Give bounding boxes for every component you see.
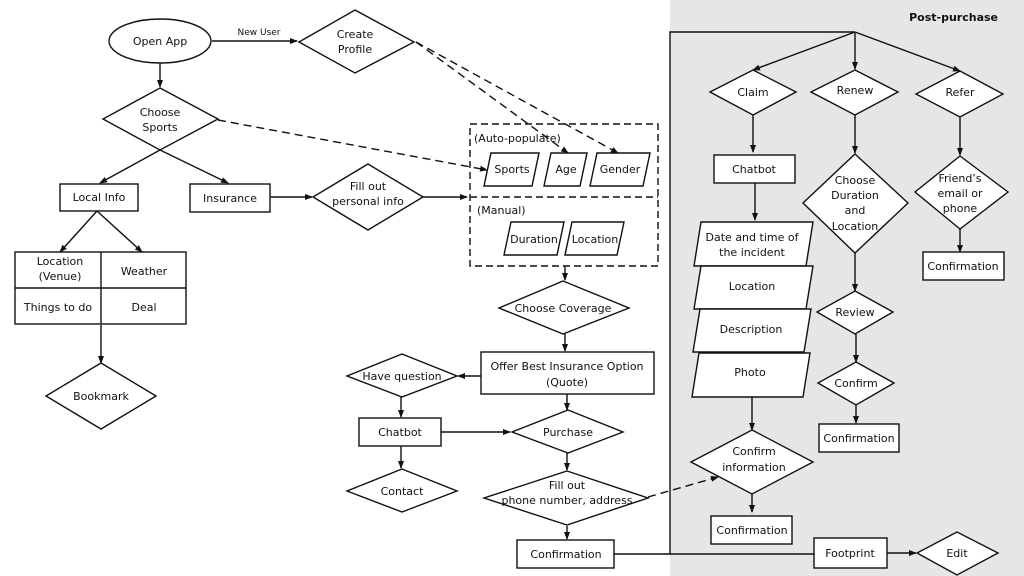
- node-create-profile[interactable]: [297, 9, 416, 74]
- dashed-sports-link: [217, 119, 488, 172]
- label-offer-1: Offer Best Insurance Option: [490, 360, 643, 373]
- label-refer-confirmation: Confirmation: [927, 260, 998, 273]
- label-auto-populate: (Auto-populate): [474, 132, 561, 145]
- label-choose-dl-3: and: [845, 204, 866, 217]
- node-choose-sports[interactable]: [101, 87, 220, 151]
- input-date-time[interactable]: [693, 221, 814, 267]
- label-fill-personal-2: personal info: [332, 195, 404, 208]
- label-confirm: Confirm: [834, 377, 877, 390]
- label-choose-dl-2: Duration: [831, 189, 879, 202]
- label-friend-1: Friend’s: [938, 172, 981, 185]
- edge-sports-to-insurance: [159, 149, 229, 184]
- label-bookmark: Bookmark: [73, 390, 129, 403]
- label-photo: Photo: [734, 366, 766, 379]
- label-contact: Contact: [381, 485, 424, 498]
- label-fill-phone-1: Fill out: [549, 479, 586, 492]
- label-confirmation: Confirmation: [530, 548, 601, 561]
- label-confirm-info-2: information: [722, 461, 786, 474]
- label-footprint: Footprint: [825, 547, 875, 560]
- label-manual: (Manual): [477, 204, 526, 217]
- label-offer-2: (Quote): [546, 376, 588, 389]
- label-purchase: Purchase: [543, 426, 593, 439]
- label-claim-confirmation: Confirmation: [716, 524, 787, 537]
- label-date-time-2: the incident: [719, 246, 785, 259]
- cell-deal: Deal: [131, 301, 156, 314]
- label-fill-personal-1: Fill out: [350, 180, 387, 193]
- form-group-box: [469, 123, 659, 267]
- flowchart: Post-purchase New User Open App Create P…: [14, 0, 1024, 576]
- label-chatbot: Chatbot: [378, 426, 422, 439]
- cell-things-to-do: Things to do: [23, 301, 92, 314]
- edge-local-to-location: [59, 210, 98, 253]
- label-create-profile-2: Profile: [338, 43, 372, 56]
- label-field-location: Location: [572, 233, 619, 246]
- label-choose-sports-2: Sports: [142, 121, 178, 134]
- edge-label-new-user: New User: [237, 28, 280, 38]
- label-field-duration: Duration: [510, 233, 558, 246]
- label-create-profile-1: Create: [337, 28, 374, 41]
- cell-weather: Weather: [121, 265, 168, 278]
- label-edit: Edit: [946, 547, 968, 560]
- label-claim-location: Location: [729, 280, 776, 293]
- edge-local-to-weather: [96, 210, 143, 253]
- cell-location-venue-2: (Venue): [39, 270, 82, 283]
- label-confirm-info-1: Confirm: [732, 445, 775, 458]
- label-fill-phone-2: phone number, address: [501, 494, 632, 507]
- label-claim: Claim: [737, 86, 768, 99]
- label-friend-3: phone: [943, 202, 978, 215]
- label-choose-dl-1: Choose: [835, 174, 876, 187]
- label-review: Review: [835, 306, 874, 319]
- label-field-age: Age: [555, 163, 577, 176]
- label-open-app: Open App: [133, 35, 187, 48]
- label-date-time-1: Date and time of: [706, 231, 800, 244]
- label-refer: Refer: [945, 86, 975, 99]
- label-renew: Renew: [837, 84, 874, 97]
- label-field-gender: Gender: [600, 163, 641, 176]
- label-friend-2: email or: [937, 187, 983, 200]
- label-field-sports: Sports: [494, 163, 530, 176]
- label-insurance: Insurance: [203, 192, 257, 205]
- label-renew-confirmation: Confirmation: [823, 432, 894, 445]
- label-have-question: Have question: [362, 370, 441, 383]
- label-choose-sports-1: Choose: [140, 106, 181, 119]
- cell-location-venue-1: Location: [37, 255, 84, 268]
- label-claim-chatbot: Chatbot: [732, 163, 776, 176]
- label-description: Description: [720, 323, 783, 336]
- label-choose-dl-4: Location: [832, 220, 879, 233]
- label-local-info: Local Info: [73, 191, 126, 204]
- panel-title: Post-purchase: [909, 11, 998, 24]
- label-choose-coverage: Choose Coverage: [515, 302, 612, 315]
- edge-sports-to-local: [99, 149, 161, 184]
